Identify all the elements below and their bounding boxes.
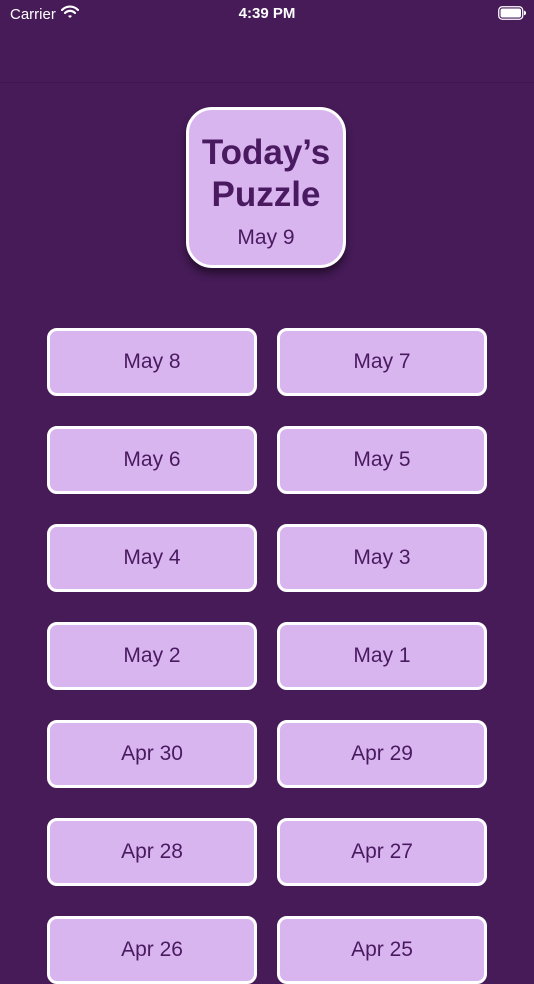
- puzzle-button[interactable]: Apr 29: [277, 720, 487, 788]
- puzzle-button[interactable]: May 6: [47, 426, 257, 494]
- puzzle-button[interactable]: May 8: [47, 328, 257, 396]
- puzzle-date-label: Apr 29: [351, 742, 413, 765]
- todays-puzzle-title: Today’s Puzzle: [201, 133, 331, 214]
- puzzle-button[interactable]: Apr 25: [277, 916, 487, 984]
- puzzle-date-label: Apr 27: [351, 840, 413, 863]
- puzzle-button[interactable]: Apr 28: [47, 818, 257, 886]
- puzzle-button[interactable]: Apr 26: [47, 916, 257, 984]
- todays-puzzle-date: May 9: [237, 226, 295, 249]
- puzzle-date-label: May 5: [353, 448, 411, 471]
- puzzle-date-label: Apr 28: [121, 840, 183, 863]
- puzzle-date-label: Apr 26: [121, 938, 183, 961]
- puzzle-button[interactable]: May 5: [277, 426, 487, 494]
- puzzle-date-label: May 4: [123, 546, 181, 569]
- status-bar: Carrier 4:39 PM: [0, 0, 534, 28]
- todays-puzzle-button[interactable]: Today’s Puzzle May 9: [186, 107, 346, 268]
- puzzle-button[interactable]: May 1: [277, 622, 487, 690]
- puzzle-button[interactable]: May 3: [277, 524, 487, 592]
- status-time: 4:39 PM: [238, 5, 296, 22]
- puzzle-date-label: Apr 30: [121, 742, 183, 765]
- puzzle-date-label: Apr 25: [351, 938, 413, 961]
- puzzle-date-label: May 8: [123, 350, 181, 373]
- puzzle-button[interactable]: May 4: [47, 524, 257, 592]
- puzzle-button[interactable]: May 7: [277, 328, 487, 396]
- puzzle-date-label: May 1: [353, 644, 411, 667]
- puzzle-date-label: May 6: [123, 448, 181, 471]
- battery-icon: [498, 6, 527, 20]
- puzzle-date-label: May 2: [123, 644, 181, 667]
- puzzle-date-label: May 3: [353, 546, 411, 569]
- puzzle-button[interactable]: Apr 27: [277, 818, 487, 886]
- puzzle-button[interactable]: Apr 30: [47, 720, 257, 788]
- navigation-bar: [0, 28, 534, 83]
- puzzle-date-label: May 7: [353, 350, 411, 373]
- puzzle-button[interactable]: May 2: [47, 622, 257, 690]
